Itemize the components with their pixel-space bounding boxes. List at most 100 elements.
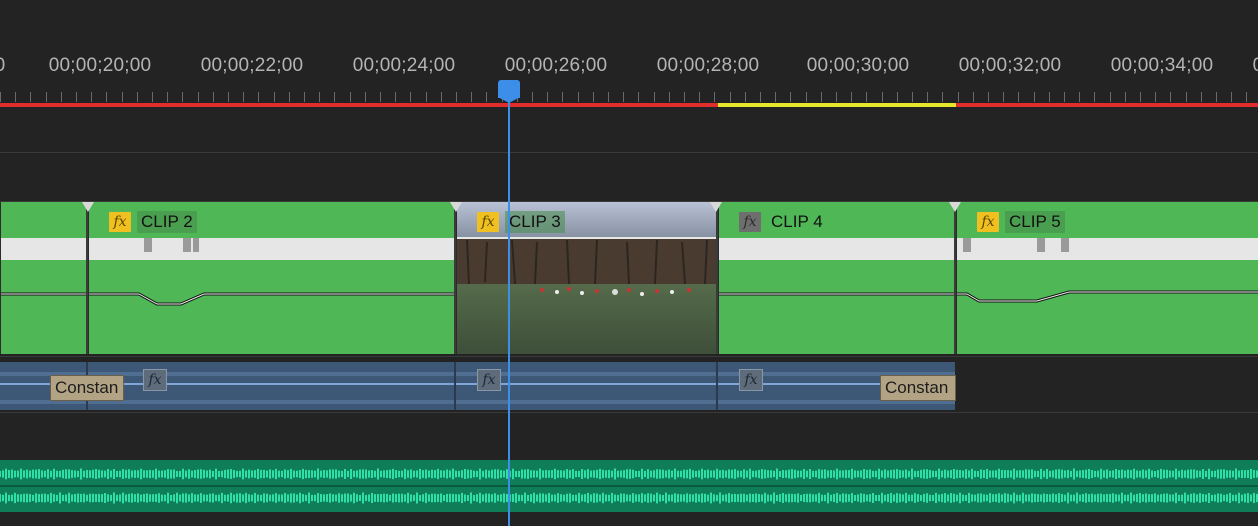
ruler-tick bbox=[167, 92, 168, 102]
ruler-tick bbox=[623, 92, 624, 102]
ruler-tick bbox=[866, 92, 867, 102]
ruler-tick bbox=[380, 92, 381, 102]
audio-fx-icon[interactable]: fx bbox=[739, 369, 763, 391]
audio-transition[interactable]: Constan bbox=[880, 375, 956, 401]
ruler-tick bbox=[274, 92, 275, 102]
ruler-tick bbox=[1049, 92, 1050, 102]
ruler-tick bbox=[851, 92, 852, 102]
ruler-tick bbox=[350, 92, 351, 102]
ruler-tick bbox=[486, 92, 487, 102]
ruler-tick bbox=[319, 92, 320, 102]
track-divider bbox=[0, 152, 1258, 153]
ruler-tick bbox=[942, 92, 943, 102]
render-bar-red bbox=[0, 103, 718, 107]
video-clip-3[interactable]: fx CLIP 3 bbox=[456, 202, 717, 354]
video-clip-2[interactable]: fx CLIP 2 bbox=[88, 202, 455, 354]
ruler-tick bbox=[198, 92, 199, 102]
ruler-tick bbox=[806, 92, 807, 102]
video-clip-1[interactable] bbox=[0, 202, 87, 354]
fx-badge-icon[interactable]: fx bbox=[477, 212, 499, 232]
ruler-tick bbox=[76, 92, 77, 102]
ruler-tick bbox=[790, 92, 791, 102]
fx-badge-icon[interactable]: fx bbox=[739, 212, 761, 232]
ruler-tick bbox=[0, 92, 1, 102]
ruler-tick bbox=[46, 92, 47, 102]
render-bar-yellow bbox=[718, 103, 956, 107]
ruler-tick bbox=[547, 92, 548, 102]
audio-transition[interactable]: Constan bbox=[50, 375, 124, 401]
video-clip-5[interactable]: fx CLIP 5 bbox=[956, 202, 1258, 354]
edit-point[interactable] bbox=[954, 202, 956, 354]
ruler-tick bbox=[638, 92, 639, 102]
clip-header: fx CLIP 4 bbox=[739, 210, 827, 234]
ruler-tick bbox=[289, 92, 290, 102]
ruler-tick bbox=[456, 92, 457, 102]
playhead-line[interactable] bbox=[508, 90, 510, 526]
ruler-tick bbox=[1034, 92, 1035, 102]
ruler-tick bbox=[1125, 92, 1126, 102]
ruler-tick bbox=[973, 92, 974, 102]
edit-point[interactable] bbox=[716, 202, 718, 354]
ruler-tick bbox=[395, 92, 396, 102]
ruler-tick bbox=[471, 92, 472, 102]
ruler-tick bbox=[593, 92, 594, 102]
ruler-tick bbox=[669, 92, 670, 102]
edit-point[interactable] bbox=[454, 202, 456, 354]
audio-edit-point[interactable] bbox=[454, 362, 456, 410]
ruler-tick bbox=[426, 92, 427, 102]
clip-name: CLIP 2 bbox=[137, 211, 197, 233]
ruler-tick bbox=[182, 92, 183, 102]
ruler-label: 00;00;22;00 bbox=[200, 55, 304, 76]
edit-point[interactable] bbox=[86, 202, 88, 354]
fx-badge-icon[interactable]: fx bbox=[977, 212, 999, 232]
audio-track-2-clip[interactable] bbox=[0, 460, 1258, 512]
ruler-tick bbox=[927, 92, 928, 102]
ruler-tick bbox=[15, 92, 16, 102]
edit-point-triangle-icon bbox=[82, 202, 94, 212]
ruler-tick bbox=[578, 92, 579, 102]
playhead-marker-icon[interactable] bbox=[498, 80, 520, 98]
clip-header: fx CLIP 2 bbox=[109, 210, 197, 234]
ruler-tick bbox=[654, 92, 655, 102]
clip-header: fx CLIP 3 bbox=[477, 210, 565, 234]
ruler-label: 00;00;24;00 bbox=[352, 55, 456, 76]
edit-point-triangle-icon bbox=[450, 202, 462, 212]
ruler-tick bbox=[304, 92, 305, 102]
ruler-tick bbox=[1064, 92, 1065, 102]
ruler-tick bbox=[562, 92, 563, 102]
edit-point-triangle-icon bbox=[710, 202, 722, 212]
fx-badge-icon[interactable]: fx bbox=[109, 212, 131, 232]
video-clip-4[interactable]: fx CLIP 4 bbox=[718, 202, 955, 354]
ruler-tick bbox=[699, 92, 700, 102]
audio-edit-point[interactable] bbox=[716, 362, 718, 410]
ruler-tick bbox=[1231, 92, 1232, 102]
track-divider bbox=[0, 356, 1258, 357]
ruler-tick bbox=[1079, 92, 1080, 102]
ruler-tick bbox=[122, 92, 123, 102]
audio-waveform bbox=[0, 468, 1258, 504]
ruler-label: 00;00;20;00 bbox=[48, 55, 152, 76]
ruler-tick bbox=[1003, 92, 1004, 102]
time-ruler[interactable]: 0 00;00;20;00 00;00;22;00 00;00;24;00 00… bbox=[0, 0, 1258, 108]
track-divider bbox=[0, 412, 1258, 413]
ruler-tick bbox=[441, 92, 442, 102]
ruler-label: 0 bbox=[0, 55, 5, 77]
ruler-tick bbox=[821, 92, 822, 102]
ruler-tick bbox=[106, 92, 107, 102]
ruler-tick bbox=[258, 92, 259, 102]
audio-fx-icon[interactable]: fx bbox=[477, 369, 501, 391]
playhead-tip bbox=[498, 97, 520, 103]
ruler-tick bbox=[958, 92, 959, 102]
ruler-tick bbox=[836, 92, 837, 102]
ruler-tick bbox=[410, 92, 411, 102]
ruler-tick bbox=[1140, 92, 1141, 102]
ruler-tick bbox=[882, 92, 883, 102]
ruler-tick bbox=[745, 92, 746, 102]
ruler-label: 00;00;26;00 bbox=[504, 55, 608, 76]
clip-header: fx CLIP 5 bbox=[977, 210, 1065, 234]
ruler-label: 00;00;34;00 bbox=[1110, 55, 1214, 76]
ruler-tick bbox=[608, 92, 609, 102]
ruler-tick bbox=[30, 92, 31, 102]
ruler-tick bbox=[912, 92, 913, 102]
audio-fx-icon[interactable]: fx bbox=[143, 369, 167, 391]
